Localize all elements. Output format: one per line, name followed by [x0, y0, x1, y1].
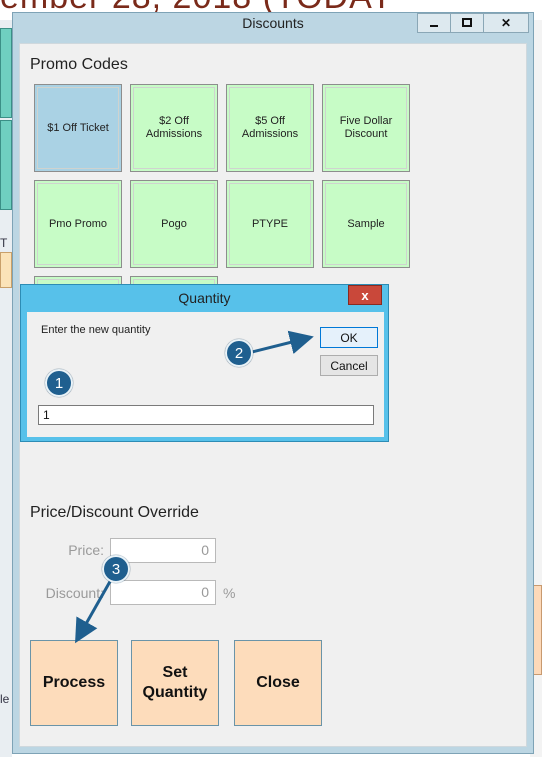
step-badge-2: 2: [225, 339, 253, 367]
promo-tile-pogo[interactable]: Pogo: [130, 180, 218, 268]
ok-button[interactable]: OK: [320, 327, 378, 348]
quantity-dialog-close-button[interactable]: x: [348, 285, 382, 305]
close-icon: x: [361, 287, 369, 303]
promo-codes-heading: Promo Codes: [30, 56, 128, 73]
quantity-input[interactable]: 1: [38, 405, 374, 425]
background-tile: [0, 28, 12, 118]
background-text: T: [0, 236, 8, 250]
step-badge-1: 1: [45, 369, 73, 397]
process-button[interactable]: Process: [30, 640, 118, 726]
background-text: le: [0, 692, 10, 706]
close-icon: ✕: [500, 16, 512, 30]
promo-tile-1-off-ticket[interactable]: $1 Off Ticket: [34, 84, 122, 172]
background-tile: [0, 252, 12, 288]
maximize-button[interactable]: [450, 13, 484, 33]
maximize-icon: [462, 18, 472, 27]
promo-tile-2-off-admissions[interactable]: $2 Off Admissions: [130, 84, 218, 172]
promo-tile-sample[interactable]: Sample: [322, 180, 410, 268]
window-controls: ✕: [417, 13, 529, 33]
discount-percent-unit: %: [223, 585, 236, 601]
discount-input[interactable]: 0: [110, 580, 216, 605]
set-quantity-button[interactable]: Set Quantity: [131, 640, 219, 726]
close-button[interactable]: Close: [234, 640, 322, 726]
promo-tile-ptype[interactable]: PTYPE: [226, 180, 314, 268]
promo-tile-5-off-admissions[interactable]: $5 Off Admissions: [226, 84, 314, 172]
promo-tile-pmo-promo[interactable]: Pmo Promo: [34, 180, 122, 268]
minimize-button[interactable]: [417, 13, 451, 33]
quantity-dialog: Quantity x Enter the new quantity OK Can…: [20, 284, 389, 442]
minimize-icon: [430, 25, 438, 27]
quantity-dialog-content: Enter the new quantity OK Cancel 1: [27, 312, 384, 437]
background-tile: [0, 120, 12, 210]
discount-label: Discount:: [45, 585, 104, 601]
quantity-prompt: Enter the new quantity: [41, 324, 151, 336]
step-badge-3: 3: [102, 555, 130, 583]
promo-tile-five-dollar-discount[interactable]: Five Dollar Discount: [322, 84, 410, 172]
quantity-dialog-title: Quantity: [178, 290, 231, 306]
cancel-button[interactable]: Cancel: [320, 355, 378, 376]
price-label: Price:: [68, 542, 104, 558]
override-heading: Price/Discount Override: [30, 504, 199, 521]
close-window-button[interactable]: ✕: [483, 13, 529, 33]
